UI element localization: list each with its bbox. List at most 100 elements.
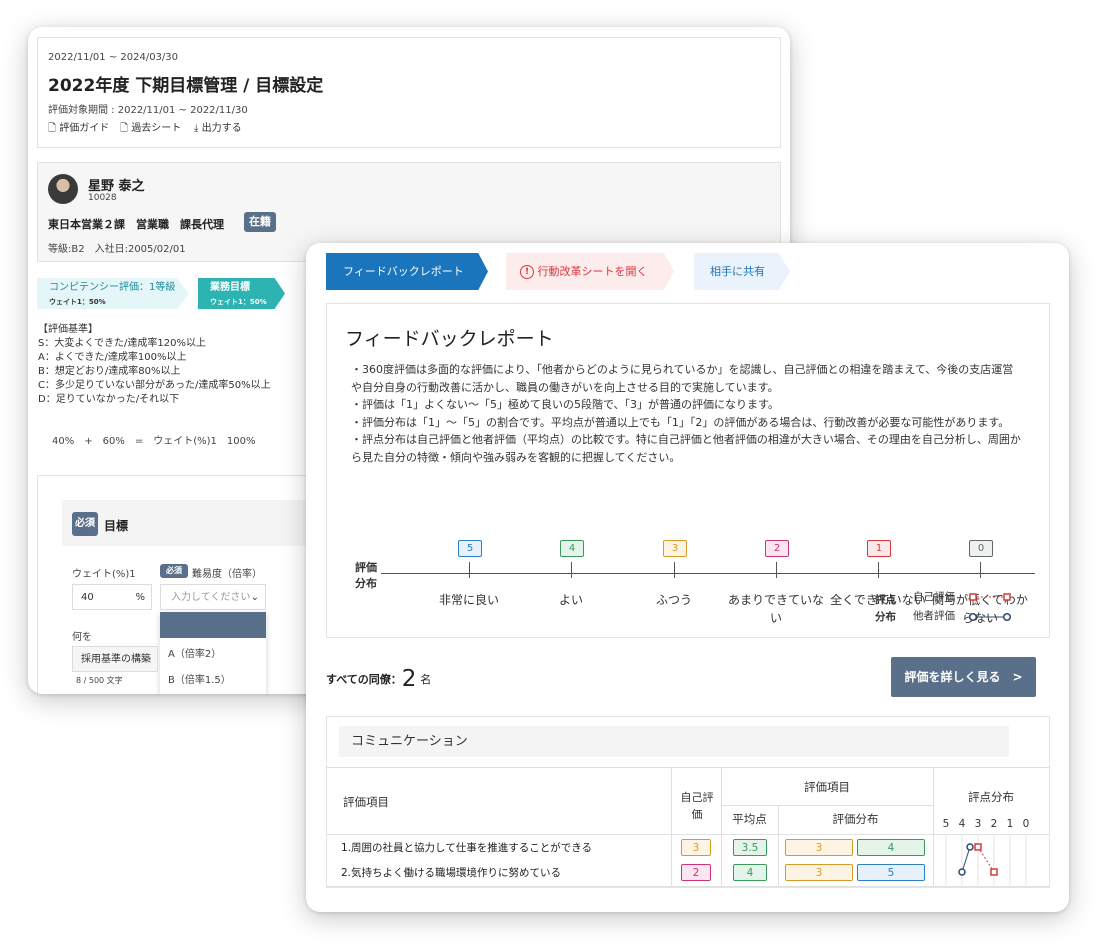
dist-badge: 3 [785,864,853,881]
report-card: フィードバックレポート ・360度評価は多面的な評価により、「他者からどのように… [326,303,1050,638]
document-icon: 🗋 [120,123,129,134]
char-count: 8 / 500 文字 [76,676,123,685]
dropdown-highlight[interactable] [160,612,266,638]
goal-label: 目標 [104,519,129,533]
export-link[interactable]: ⤓ 出力する [194,119,242,134]
other-point [958,868,966,876]
level-label: よい [558,593,583,607]
weight-label: ウェイト(%)1 [72,569,136,580]
distribution-label: 評価 分布 [355,561,377,590]
dist-badge: 3 [785,839,853,856]
tab-share[interactable]: 相手に共有 [694,253,790,290]
avatar [48,174,78,204]
level-tick [980,562,981,578]
header-self: 自己評価 [680,791,714,821]
scale-tick-label: 4 [958,818,966,830]
avg-score-badge: 3.5 [733,839,767,856]
score-plot [945,834,1027,886]
other-line [961,846,971,873]
user-grade: 等級:B2 入社日:2005/02/01 [48,244,186,255]
level-badge: 2 [765,540,789,557]
user-org: 東日本営業２課 営業職 課長代理 [48,218,224,231]
header-score: 評点分布 [968,790,1014,804]
difficulty-label: 難易度（倍率） [192,569,262,580]
header-avg: 平均点 [732,812,767,826]
section-title: コミュニケーション [339,726,1009,757]
goal-header [62,500,322,546]
dropdown-option[interactable]: B（倍率1.5） [160,668,264,694]
legend: 自己評価 他者評価 [913,591,955,622]
difficulty-select[interactable]: 入力してください ⌄ [160,584,266,610]
scale-axis [381,573,1035,574]
status-badge: 在籍 [244,212,276,232]
self-marker-icon [969,593,977,601]
communication-card: コミュニケーション 評価項目 自己評価 評価項目 平均点 評価分布 評点分布 5… [326,716,1050,888]
page-title: 2022年度 下期目標管理 / 目標設定 [48,76,324,96]
date-range: 2022/11/01 ~ 2024/03/30 [48,52,179,63]
dist-badge: 4 [857,839,925,856]
guide-link[interactable]: 🗋 評価ガイド [48,119,109,138]
row-item-text: 2.気持ちよく働ける職場環境作りに努めている [341,867,562,879]
what-input[interactable]: 採用基準の構築 [72,646,158,672]
weight-input[interactable]: 40 % [72,584,152,610]
legend-title: 評点 分布 [875,594,896,623]
scale-tick-label: 3 [974,818,982,830]
what-label: 何を [72,632,92,643]
criteria-list: 【評価基準】 S：大変よくできた/達成率120%以上 A：よくできた/達成率10… [38,324,271,405]
difficulty-dropdown: A（倍率2） B（倍率1.5） [160,612,266,694]
self-score-badge: 3 [681,839,711,856]
weight-formula: 40% + 60% = ウェイト(%)1 100% [52,436,256,447]
other-marker-icon [968,612,978,622]
report-description: ・360度評価は多面的な評価により、「他者からどのように見られているか」を認識し… [351,363,1021,464]
download-icon: ⤓ [194,123,199,134]
report-title: フィードバックレポート [345,328,554,350]
row-item-text: 1.周囲の社員と協力して仕事を推進することができる [341,842,592,854]
past-sheet-link[interactable]: 🗋 過去シート [120,119,181,138]
level-tick [571,562,572,578]
scale-tick-label: 1 [1006,818,1014,830]
header-eval: 評価項目 [804,780,850,794]
evaluation-period: 評価対象期間 : 2022/11/01 ~ 2022/11/30 [48,105,248,116]
level-tick [674,562,675,578]
user-id: 10028 [88,193,117,203]
tab-business-goal[interactable]: 業務目標 ウェイト1：50% [198,278,285,309]
header-dist: 評価分布 [832,812,879,826]
level-tick [469,562,470,578]
level-badge: 3 [663,540,687,557]
document-icon: 🗋 [48,123,57,134]
level-label: あまりできていない [728,593,825,625]
avg-score-badge: 4 [733,864,767,881]
other-point [966,843,974,851]
level-badge: 4 [560,540,584,557]
level-tick [776,562,777,578]
level-badge: 5 [458,540,482,557]
legend-swatches [968,593,1012,622]
feedback-report-window: フィードバックレポート ! 行動改革シートを開く 相手に共有 フィードバックレポ… [306,243,1069,912]
required-badge: 必須 [72,512,98,536]
level-badge: 1 [867,540,891,557]
tab-feedback-report[interactable]: フィードバックレポート [326,253,488,290]
dist-badge: 5 [857,864,925,881]
scale-tick-label: 0 [1022,818,1030,830]
self-score-badge: 2 [681,864,711,881]
view-details-button[interactable]: 評価を詳しく見る > [891,657,1036,697]
other-marker-icon [1002,612,1012,622]
peers-count: すべての同僚：2 名 [326,666,432,692]
tab-competency[interactable]: コンピテンシー評価：1等級 ウェイト1：50% [37,278,189,309]
dropdown-option[interactable]: A（倍率2） [160,642,264,668]
level-label: ふつう [655,593,692,607]
level-label: 非常に良い [438,593,499,607]
alert-icon: ! [520,265,534,279]
scale-tick-label: 2 [990,818,998,830]
tab-action-sheet[interactable]: ! 行動改革シートを開く [506,253,674,290]
scale-tick-label: 5 [942,818,950,830]
self-point [990,868,998,876]
level-badge: 0 [969,540,993,557]
header-card: 2022/11/01 ~ 2024/03/30 2022年度 下期目標管理 / … [37,37,781,148]
chevron-down-icon: ⌄ [250,592,259,603]
level-tick [878,562,879,578]
self-point [974,843,982,851]
self-marker-icon [1003,593,1011,601]
header-item: 評価項目 [343,795,389,809]
required-badge: 必須 [160,564,188,578]
